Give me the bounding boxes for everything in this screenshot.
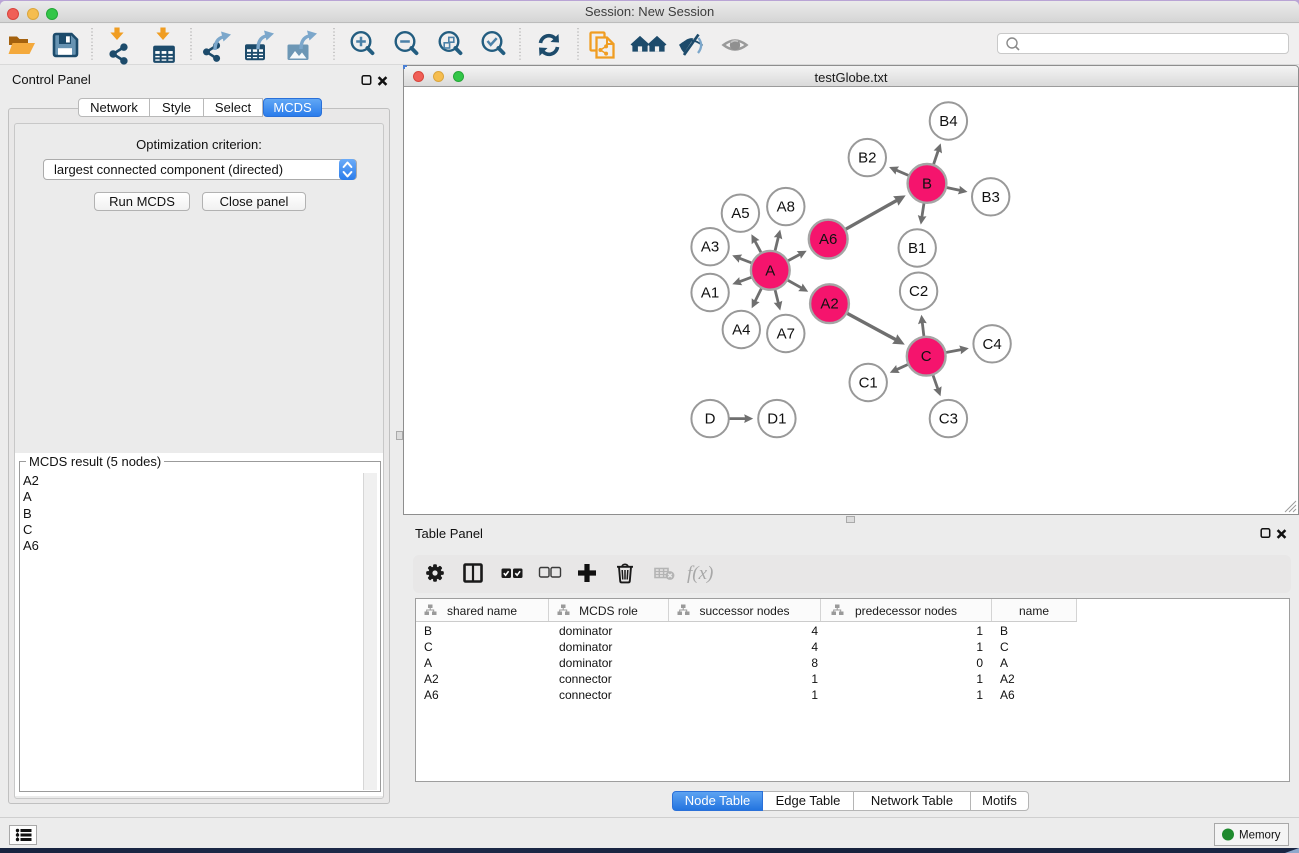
svg-text:C3: C3 [939, 411, 958, 428]
svg-text:A6: A6 [819, 231, 837, 248]
svg-text:C4: C4 [983, 336, 1002, 353]
svg-text:C1: C1 [859, 375, 878, 392]
svg-text:C2: C2 [909, 283, 928, 300]
svg-text:f(x): f(x) [687, 563, 713, 584]
svg-text:B1: B1 [908, 240, 926, 257]
svg-text:B4: B4 [939, 113, 957, 130]
svg-text:C: C [921, 348, 932, 365]
svg-text:B2: B2 [858, 150, 876, 167]
svg-text:B: B [922, 175, 932, 192]
svg-text:A2: A2 [820, 296, 838, 313]
svg-text:A5: A5 [731, 205, 749, 222]
svg-text:D1: D1 [767, 411, 786, 428]
svg-text:A8: A8 [777, 199, 795, 216]
svg-text:A: A [765, 262, 775, 279]
svg-text:Memory: Memory [1239, 830, 1281, 842]
svg-text:A7: A7 [777, 326, 795, 343]
svg-text:A4: A4 [732, 322, 750, 339]
svg-text:A1: A1 [701, 285, 719, 302]
svg-text:B3: B3 [982, 189, 1000, 206]
svg-text:D: D [705, 411, 716, 428]
svg-text:A3: A3 [701, 239, 719, 256]
